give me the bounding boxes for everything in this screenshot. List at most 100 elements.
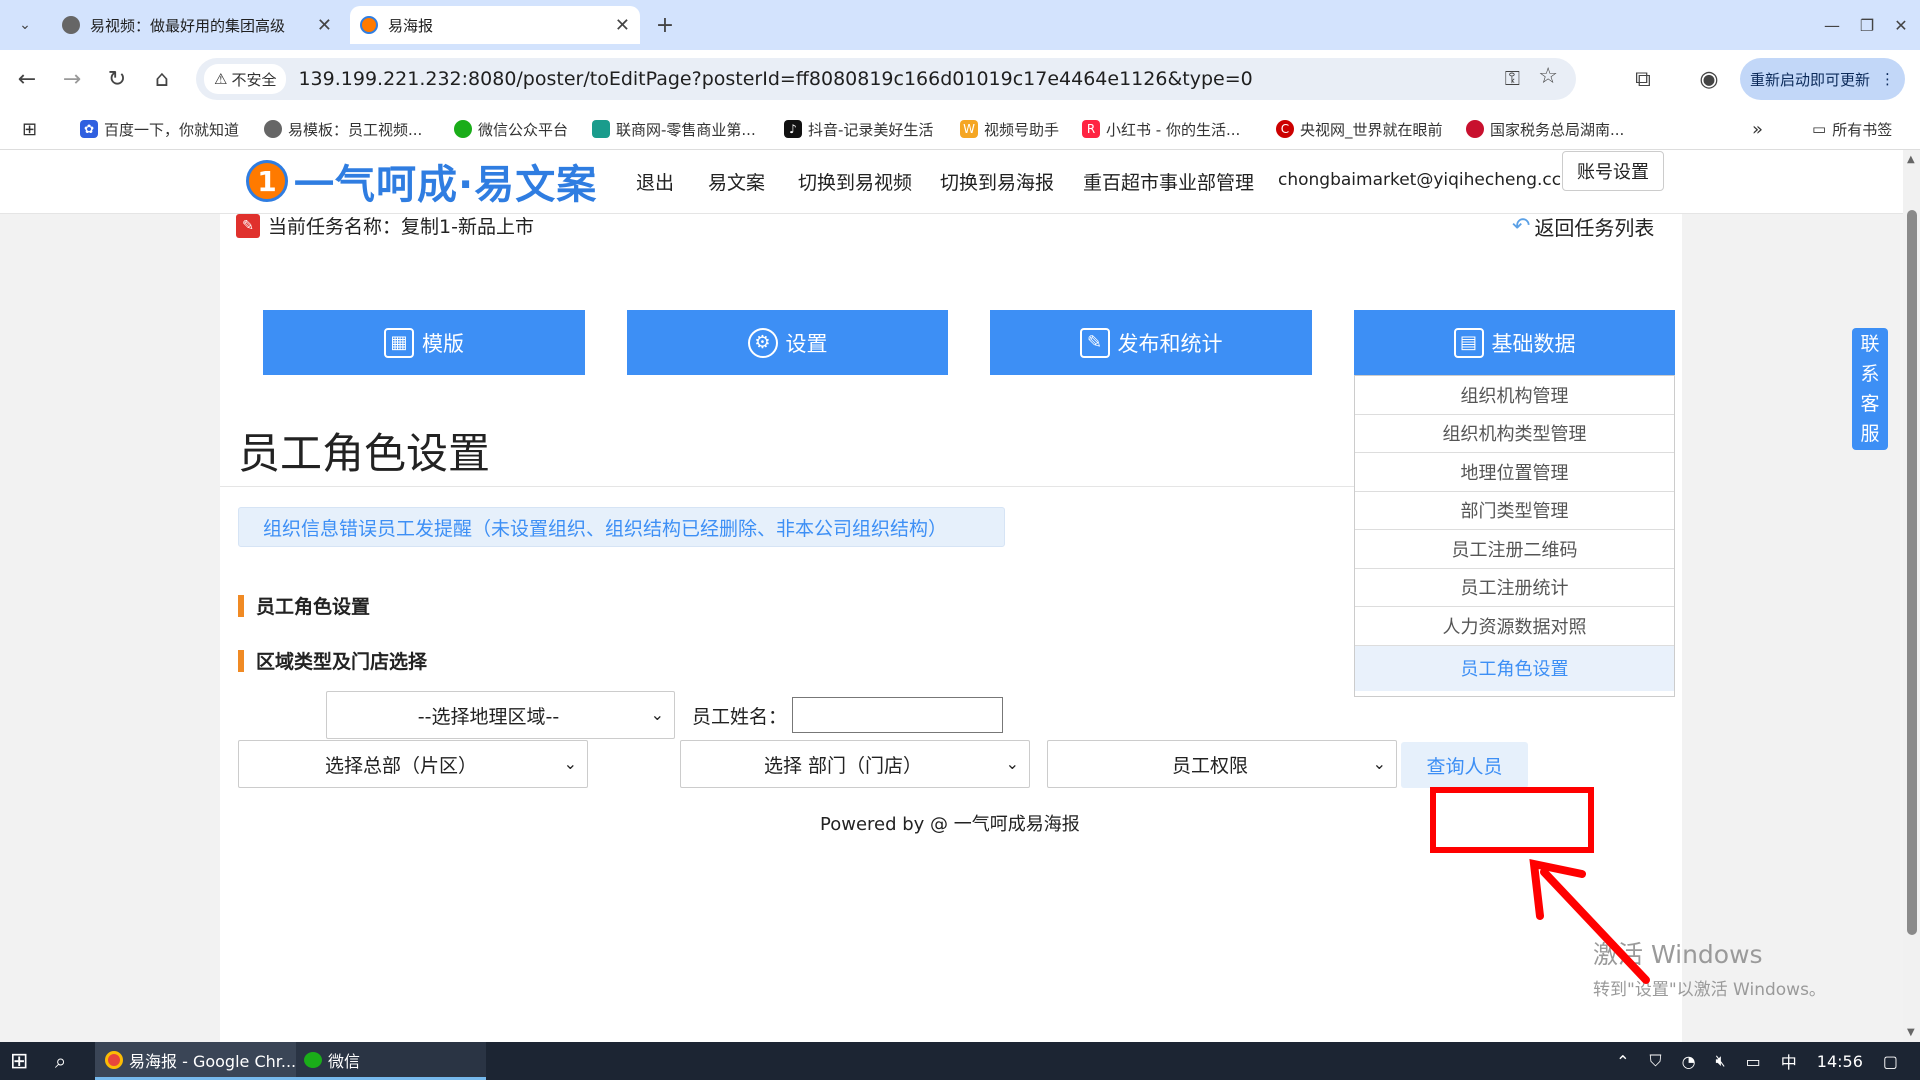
dropdown-item-employee-role[interactable]: 员工角色设置 bbox=[1355, 645, 1674, 691]
update-button[interactable]: 重新启动即可更新 ⋮ bbox=[1740, 58, 1905, 100]
nav-account-email[interactable]: chongbaimarket@yiqihecheng.cc bbox=[1278, 170, 1561, 190]
scroll-down-icon[interactable]: ▼ bbox=[1907, 1027, 1915, 1038]
address-bar[interactable]: ⚠ 不安全 139.199.221.232:8080/poster/toEditP… bbox=[196, 58, 1576, 100]
browser-tab-2[interactable]: 易海报 ✕ bbox=[350, 6, 640, 44]
bookmark-label: 联商网-零售商业第... bbox=[616, 120, 756, 139]
site-logo[interactable]: 1 一气呵成·易文案 bbox=[246, 152, 597, 210]
bookmark-yimuban[interactable]: 易模板：员工视频... bbox=[264, 116, 422, 142]
reload-icon[interactable]: ↻ bbox=[100, 62, 134, 96]
close-tab-icon[interactable]: ✕ bbox=[615, 15, 630, 36]
extensions-icon[interactable]: ⧉ bbox=[1626, 62, 1660, 96]
account-settings-button[interactable]: 账号设置 bbox=[1562, 151, 1664, 191]
department-select[interactable]: 选择 部门（门店） ⌄ bbox=[680, 740, 1030, 788]
nav-switch-poster[interactable]: 切换到易海报 bbox=[940, 168, 1054, 195]
tab-base-data[interactable]: ▤ 基础数据 bbox=[1354, 310, 1675, 375]
nav-switch-video[interactable]: 切换到易视频 bbox=[798, 168, 912, 195]
dropdown-item-org-type[interactable]: 组织机构类型管理 bbox=[1355, 415, 1674, 453]
section-title: 区域类型及门店选择 bbox=[256, 651, 428, 673]
dropdown-item-org-management[interactable]: 组织机构管理 bbox=[1355, 376, 1674, 415]
cs-char: 系 bbox=[1860, 363, 1880, 385]
restore-button[interactable]: ❐ bbox=[1850, 8, 1884, 42]
org-error-alert-link[interactable]: 组织信息错误员工发提醒（未设置组织、组织结构已经删除、非本公司组织结构） bbox=[238, 507, 1005, 547]
page-scrollbar[interactable]: ▲ ▼ bbox=[1903, 150, 1920, 1042]
windows-start-icon[interactable]: ⊞ bbox=[10, 1042, 28, 1080]
data-icon: ▤ bbox=[1453, 327, 1484, 358]
volume-mute-icon[interactable]: 🔇︎ bbox=[1716, 1051, 1726, 1071]
star-icon[interactable]: ☆ bbox=[1538, 64, 1558, 89]
search-icon[interactable]: ⌕ bbox=[55, 1042, 66, 1080]
browser-tab-1[interactable]: 易视频：做最好用的集团高级 ✕ bbox=[52, 6, 342, 44]
bookmark-label: 视频号助手 bbox=[984, 120, 1060, 139]
close-window-button[interactable]: ✕ bbox=[1884, 8, 1918, 42]
wifi-icon[interactable]: ◔ bbox=[1682, 1052, 1696, 1071]
ime-indicator[interactable]: 中 bbox=[1781, 1049, 1797, 1073]
bookmarks-overflow-icon[interactable]: » bbox=[1752, 116, 1763, 142]
dropdown-item-register-stats[interactable]: 员工注册统计 bbox=[1355, 569, 1674, 607]
back-to-list-link[interactable]: ↶ 返回任务列表 bbox=[1512, 212, 1654, 241]
bookmark-wechat-mp[interactable]: 微信公众平台 bbox=[454, 116, 568, 142]
forward-icon[interactable]: → bbox=[55, 62, 89, 96]
tab-label: 模版 bbox=[422, 331, 464, 356]
apps-grid-icon[interactable]: ⊞ bbox=[22, 116, 37, 142]
bookmark-label: 国家税务总局湖南... bbox=[1490, 120, 1625, 139]
logo-icon: 1 bbox=[246, 160, 288, 202]
home-icon[interactable]: ⌂ bbox=[145, 62, 179, 96]
clock[interactable]: 14:56 bbox=[1817, 1052, 1863, 1071]
bookmark-cctv[interactable]: C 央视网_世界就在眼前 bbox=[1276, 116, 1443, 142]
minimize-button[interactable]: — bbox=[1815, 8, 1849, 42]
nav-market-admin[interactable]: 重百超市事业部管理 bbox=[1083, 168, 1254, 195]
scroll-up-icon[interactable]: ▲ bbox=[1907, 154, 1915, 165]
select-value: --选择地理区域-- bbox=[417, 705, 560, 728]
tab-publish-stats[interactable]: ✎ 发布和统计 bbox=[990, 310, 1312, 375]
web-page: 1 一气呵成·易文案 退出 易文案 切换到易视频 切换到易海报 重百超市事业部管… bbox=[0, 150, 1903, 1042]
scrollbar-thumb[interactable] bbox=[1907, 210, 1917, 935]
bookmark-channels[interactable]: W 视频号助手 bbox=[960, 116, 1059, 142]
chevron-down-icon: ⌄ bbox=[563, 754, 577, 773]
query-staff-button[interactable]: 查询人员 bbox=[1401, 742, 1528, 788]
bookmark-douyin[interactable]: ♪ 抖音-记录美好生活 bbox=[784, 116, 933, 142]
title-divider bbox=[220, 486, 1354, 487]
dropdown-item-register-qrcode[interactable]: 员工注册二维码 bbox=[1355, 530, 1674, 569]
notification-icon[interactable]: ▢ bbox=[1883, 1052, 1898, 1071]
new-tab-button[interactable]: + bbox=[648, 8, 682, 42]
nav-logout[interactable]: 退出 bbox=[636, 168, 674, 195]
taskbar-item-label: 微信 bbox=[328, 1051, 361, 1071]
cs-char: 联 bbox=[1860, 333, 1880, 355]
all-bookmarks[interactable]: ▭ 所有书签 bbox=[1812, 116, 1892, 142]
globe-icon bbox=[62, 16, 80, 34]
gear-icon: ⚙ bbox=[747, 327, 778, 358]
back-icon[interactable]: ← bbox=[10, 62, 44, 96]
insecure-badge[interactable]: ⚠ 不安全 bbox=[204, 64, 287, 94]
permission-select[interactable]: 员工权限 ⌄ bbox=[1047, 740, 1397, 788]
bookmark-baidu[interactable]: ✿ 百度一下，你就知道 bbox=[80, 116, 239, 142]
dropdown-item-hr-mapping[interactable]: 人力资源数据对照 bbox=[1355, 607, 1674, 646]
dropdown-item-dept-type[interactable]: 部门类型管理 bbox=[1355, 492, 1674, 530]
section-region-store: 区域类型及门店选择 bbox=[238, 647, 427, 674]
profile-icon[interactable]: ◉ bbox=[1692, 62, 1726, 96]
task-icon: ✎ bbox=[236, 213, 260, 238]
chevron-down-icon: ⌄ bbox=[650, 705, 664, 724]
headquarters-select[interactable]: 选择总部（片区） ⌄ bbox=[238, 740, 588, 788]
close-tab-icon[interactable]: ✕ bbox=[317, 15, 332, 36]
tab-settings[interactable]: ⚙ 设置 bbox=[627, 310, 948, 375]
key-icon[interactable]: ⚿ bbox=[1505, 66, 1520, 90]
bookmark-label: 微信公众平台 bbox=[478, 120, 569, 139]
bookmark-tax[interactable]: 国家税务总局湖南... bbox=[1466, 116, 1624, 142]
customer-service-button[interactable]: 联 系 客 服 bbox=[1852, 328, 1888, 450]
geo-region-select[interactable]: --选择地理区域-- ⌄ bbox=[326, 691, 675, 739]
section-title: 员工角色设置 bbox=[256, 596, 371, 618]
bookmark-linkshop[interactable]: 联商网-零售商业第... bbox=[592, 116, 756, 142]
bookmark-xiaohongshu[interactable]: R 小红书 - 你的生活... bbox=[1082, 116, 1240, 142]
cs-char: 客 bbox=[1860, 393, 1880, 415]
url-text[interactable]: 139.199.221.232:8080/poster/toEditPage?p… bbox=[298, 68, 1252, 90]
select-value: 选择总部（片区） bbox=[324, 754, 477, 777]
taskbar-wechat[interactable]: 微信 bbox=[296, 1042, 486, 1080]
battery-icon[interactable]: ▭ bbox=[1746, 1052, 1761, 1071]
shield-icon[interactable]: ⛉ bbox=[1650, 1051, 1662, 1071]
nav-yiwenan[interactable]: 易文案 bbox=[708, 168, 765, 195]
tab-search-chevron-icon[interactable]: ⌄ bbox=[8, 8, 42, 42]
dropdown-item-geo-location[interactable]: 地理位置管理 bbox=[1355, 453, 1674, 492]
employee-name-input[interactable] bbox=[792, 697, 1003, 733]
tab-template[interactable]: ▦ 模版 bbox=[263, 310, 585, 375]
tray-expand-icon[interactable]: ⌃ bbox=[1616, 1052, 1629, 1071]
